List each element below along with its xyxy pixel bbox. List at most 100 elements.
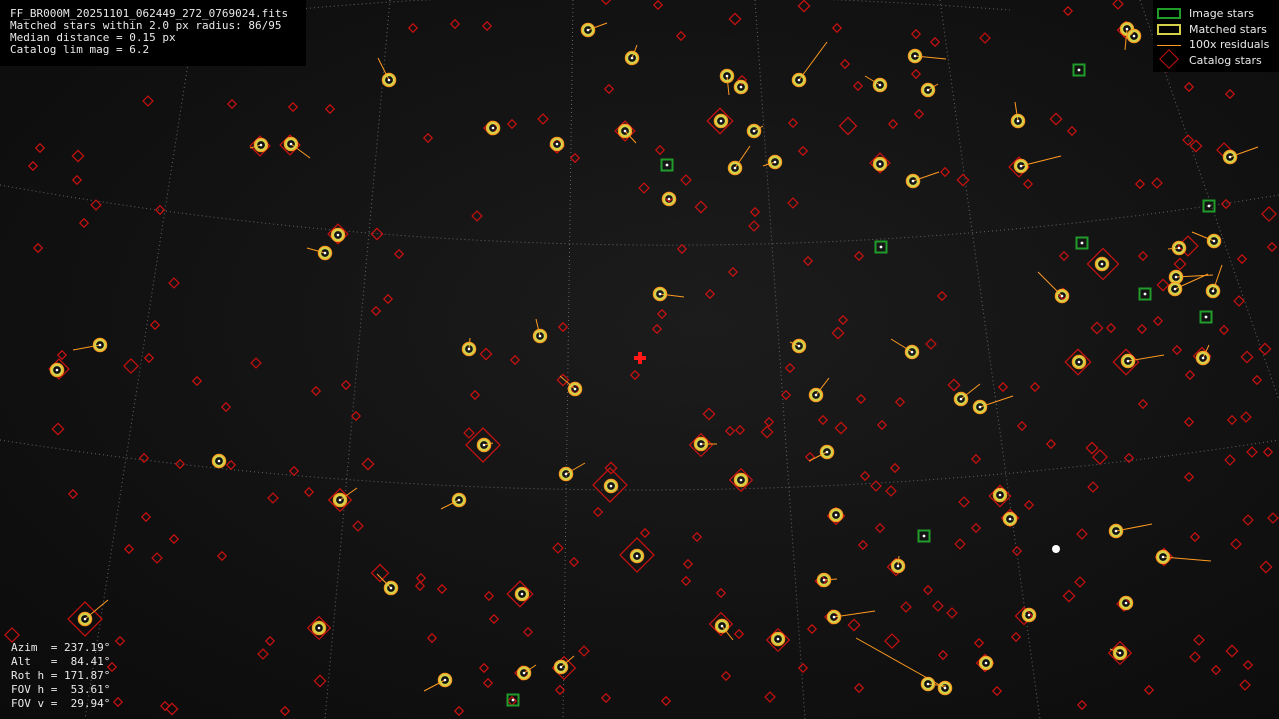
image-star — [1138, 287, 1152, 301]
matched-star — [1167, 281, 1183, 297]
matched-star — [317, 245, 333, 261]
catalog-star — [422, 132, 434, 144]
catalog-star — [1173, 257, 1187, 271]
residual-line — [1014, 101, 1019, 122]
catalog-star — [1076, 699, 1088, 711]
matched-star-core — [443, 678, 447, 682]
matched-star-core — [1016, 119, 1020, 123]
catalog-star — [32, 242, 44, 254]
matched-star-core — [259, 143, 263, 147]
matched-star-core — [457, 498, 461, 502]
legend-matched-stars-label: Matched stars — [1189, 23, 1267, 36]
image-star-icon — [1157, 8, 1181, 19]
catalog-star — [250, 357, 262, 369]
catalog-star — [287, 101, 299, 113]
catalog-star — [1240, 350, 1254, 364]
matched-star-core — [573, 387, 577, 391]
matched-star — [1222, 149, 1238, 165]
matched-star-core — [630, 56, 634, 60]
image-star-core — [922, 534, 926, 538]
matched-star-core — [1174, 275, 1178, 279]
catalog-star — [676, 243, 688, 255]
matched-star-core — [564, 472, 568, 476]
catalog-star — [797, 145, 809, 157]
catalog-star — [1023, 499, 1035, 511]
matched-star-core — [978, 405, 982, 409]
catalog-star — [1233, 295, 1245, 307]
catalog-star — [604, 461, 618, 475]
matched-star — [826, 609, 842, 625]
catalog-star — [734, 424, 746, 436]
matched-star — [953, 391, 969, 407]
catalog-star — [1151, 177, 1163, 189]
catalog-star — [1210, 664, 1222, 676]
rotation-text: Rot h = 171.87° — [11, 669, 111, 682]
matched-star — [332, 492, 348, 508]
matched-star-core — [658, 292, 662, 296]
azimuth-text: Azim = 237.19° — [11, 641, 111, 654]
catalog-star — [556, 373, 570, 387]
catalog-star — [1074, 576, 1086, 588]
matched-star-core — [55, 368, 59, 372]
matched-star — [791, 72, 807, 88]
catalog-star — [806, 623, 818, 635]
catalog-star — [1066, 125, 1078, 137]
image-star — [1199, 310, 1213, 324]
matched-star — [890, 558, 906, 574]
catalog-star — [149, 319, 161, 331]
matched-star-core — [83, 617, 87, 621]
catalog-star — [1261, 206, 1277, 222]
matched-star-core — [522, 671, 526, 675]
catalog-star — [463, 427, 475, 439]
catalog-star — [1266, 241, 1278, 253]
legend: Image stars Matched stars 100x residuals… — [1153, 0, 1279, 72]
matched-star-core — [1008, 517, 1012, 521]
image-star-core — [1080, 241, 1084, 245]
matched-star-core — [98, 343, 102, 347]
catalog-star — [1016, 420, 1028, 432]
catalog-star — [324, 103, 336, 115]
matched-star-core — [1060, 294, 1064, 298]
catalog-star — [929, 36, 941, 48]
catalog-star — [837, 314, 849, 326]
catalog-star — [27, 160, 39, 172]
catalog-star — [937, 649, 949, 661]
catalog-star — [853, 682, 865, 694]
catalog-star — [797, 0, 811, 13]
image-star-core — [1207, 204, 1211, 208]
matched-star-core — [773, 160, 777, 164]
catalog-star — [855, 393, 867, 405]
catalog-star — [393, 248, 405, 260]
catalog-star — [569, 152, 581, 164]
matched-star — [828, 507, 844, 523]
catalog-star — [1189, 531, 1201, 543]
catalog-star — [656, 308, 668, 320]
catalog-star — [932, 600, 944, 612]
catalog-star — [1062, 5, 1074, 17]
matched-star — [1071, 354, 1087, 370]
catalog-star — [557, 321, 569, 333]
matched-star-core — [538, 334, 542, 338]
matched-star — [819, 444, 835, 460]
legend-catalog-stars: Catalog stars — [1157, 53, 1262, 68]
catalog-star — [885, 485, 897, 497]
catalog-star — [910, 28, 922, 40]
catalog-star — [1246, 446, 1258, 458]
matched-star — [1021, 607, 1037, 623]
matched-star-core — [910, 350, 914, 354]
matched-star-core — [943, 686, 947, 690]
matched-star — [516, 665, 532, 681]
catalog-star — [123, 543, 135, 555]
catalog-star — [225, 459, 237, 471]
catalog-star — [1183, 81, 1195, 93]
catalog-star — [728, 12, 742, 26]
bright-star — [1052, 545, 1060, 553]
matched-star — [617, 123, 633, 139]
catalog-star — [264, 635, 276, 647]
image-stars-layer — [506, 63, 1216, 707]
fov-v-text: FOV v = 29.94° — [11, 697, 111, 710]
catalog-star — [478, 662, 490, 674]
catalog-star — [1090, 321, 1104, 335]
catalog-star — [1193, 634, 1205, 646]
matched-star — [1168, 269, 1184, 285]
